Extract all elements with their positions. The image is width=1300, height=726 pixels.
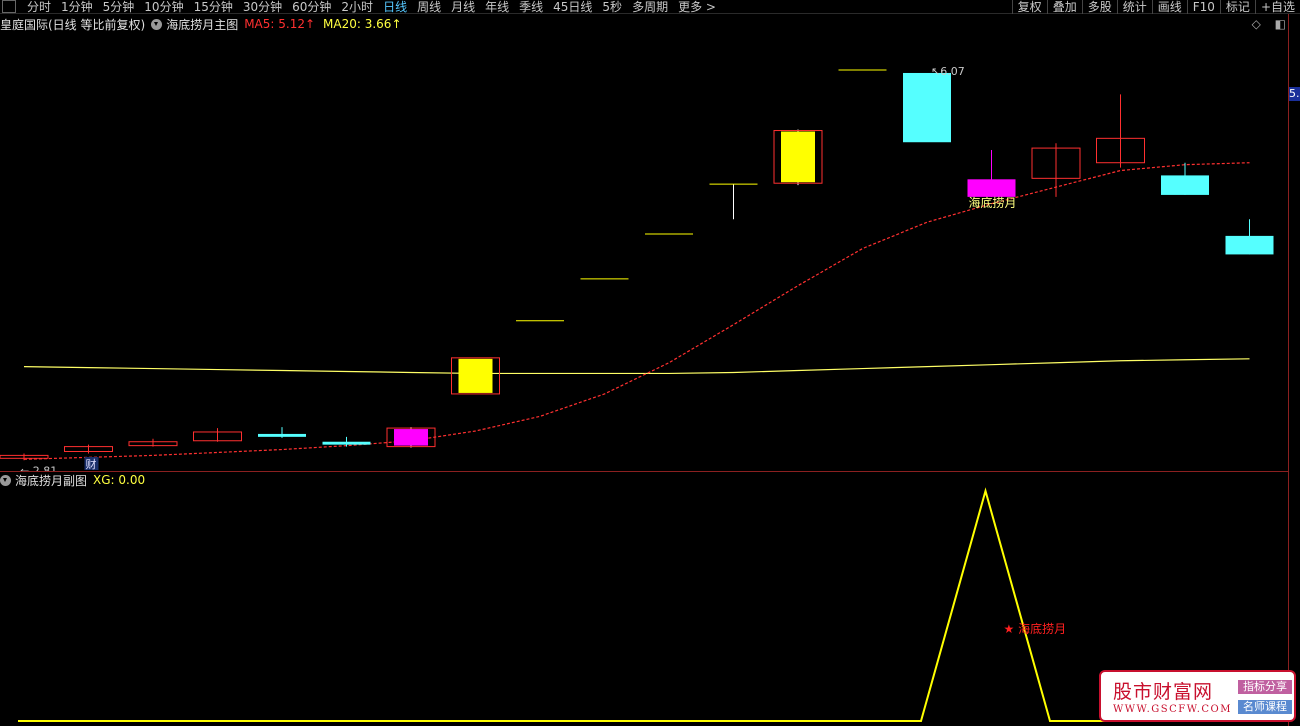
high-price-label: ↖6.07	[931, 65, 965, 78]
ma-long-line	[23, 358, 1250, 375]
sub-indicator-name[interactable]: 海底捞月副图	[15, 472, 87, 489]
candlestick-chart[interactable]: ↖6.07 ← 2.81 海底捞月财	[0, 32, 1288, 471]
candle-body	[258, 433, 306, 437]
period-tab-9[interactable]: 周线	[412, 0, 446, 14]
period-tabs: 分时 1分钟 5分钟 10分钟 15分钟 30分钟 60分钟 2小时 日线 周线 月线 年线 季线 45日…	[22, 0, 721, 14]
window-icon[interactable]: ◧	[1275, 17, 1286, 31]
period-tab-1[interactable]: 1分钟	[56, 0, 98, 14]
candle-body	[1225, 235, 1274, 255]
candle-body	[458, 358, 493, 393]
period-tab-13[interactable]: 45日线	[548, 0, 597, 14]
ma20-value: MA20: 3.66↑	[323, 17, 402, 31]
period-tab-3[interactable]: 10分钟	[139, 0, 188, 14]
watermark-tag-share: 指标分享	[1238, 680, 1292, 694]
panel-toggle-icon[interactable]	[2, 0, 16, 13]
period-tab-12[interactable]: 季线	[514, 0, 548, 14]
panel-divider[interactable]	[0, 471, 1288, 472]
xg-signal-line	[18, 487, 1244, 722]
cai-badge: 财	[86, 457, 97, 471]
candle-body	[781, 131, 815, 183]
watermark-logo: 股市财富网 WWW.GSCFW.COM 指标分享 名师课程	[1099, 670, 1296, 722]
ma5-value: MA5: 5.12↑	[244, 17, 316, 31]
period-tab-10[interactable]: 月线	[446, 0, 480, 14]
current-price-tag: 5.	[1289, 87, 1300, 101]
candle-body	[1161, 175, 1209, 195]
period-toolbar: 分时 1分钟 5分钟 10分钟 15分钟 30分钟 60分钟 2小时 日线 周线 月线 年线 季线 45日…	[0, 0, 1300, 14]
tool-button-1[interactable]: 叠加	[1046, 0, 1082, 14]
period-tab-11[interactable]: 年线	[480, 0, 514, 14]
tool-button-2[interactable]: 多股	[1081, 0, 1117, 14]
tool-button-0[interactable]: 复权	[1011, 0, 1047, 14]
watermark-title: 股市财富网	[1113, 681, 1214, 703]
period-tab-14[interactable]: 5秒	[597, 0, 627, 14]
sub-indicator-chart[interactable]: ★ 海底捞月	[0, 487, 1288, 726]
period-tab-2[interactable]: 5分钟	[98, 0, 140, 14]
sub-chart-header: 海底捞月副图 XG: 0.00	[0, 472, 146, 489]
period-tab-6[interactable]: 60分钟	[287, 0, 336, 14]
ma20-line	[23, 162, 1250, 460]
period-tab-0[interactable]: 分时	[22, 0, 56, 14]
dropdown-circle-icon[interactable]	[0, 474, 11, 486]
candle-body	[394, 429, 428, 446]
tool-buttons: 复权 叠加 多股 统计 画线 F10 标记 +自选	[1011, 0, 1300, 14]
main-indicator-name[interactable]: 海底捞月主图	[166, 16, 238, 33]
period-tab-8[interactable]: 日线	[378, 0, 412, 14]
period-tab-4[interactable]: 15分钟	[189, 0, 238, 14]
tool-button-5[interactable]: F10	[1186, 0, 1220, 14]
tool-button-7[interactable]: +自选	[1254, 0, 1300, 14]
period-tab-7[interactable]: 2小时	[336, 0, 378, 14]
low-price-label: ← 2.81	[20, 464, 57, 471]
period-tab-16[interactable]: 更多 >	[673, 0, 721, 14]
dropdown-circle-icon[interactable]	[151, 18, 163, 30]
period-tab-5[interactable]: 30分钟	[238, 0, 287, 14]
diamond-icon[interactable]: ◇	[1252, 17, 1261, 31]
candle-body	[322, 441, 371, 445]
stock-title: 皇庭国际(日线 等比前复权)	[0, 17, 146, 32]
tool-button-3[interactable]: 统计	[1116, 0, 1152, 14]
signal-label: 海底捞月	[968, 195, 1016, 210]
tool-button-4[interactable]: 画线	[1151, 0, 1187, 14]
sub-signal-label: ★ 海底捞月	[1004, 621, 1067, 636]
tool-button-6[interactable]: 标记	[1219, 0, 1255, 14]
candle-body	[903, 72, 951, 143]
candle-body	[967, 179, 1016, 197]
main-chart-header: 皇庭国际(日线 等比前复权) 海底捞月主图 MA5: 5.12↑ MA20: 3…	[0, 16, 402, 32]
watermark-url: WWW.GSCFW.COM	[1113, 704, 1232, 715]
header-right-icons: ◇ ◧	[1242, 17, 1286, 31]
period-tab-15[interactable]: 多周期	[627, 0, 673, 14]
watermark-tag-course: 名师课程	[1238, 700, 1292, 714]
xg-value: XG: 0.00	[93, 473, 146, 487]
price-axis	[1288, 14, 1300, 726]
